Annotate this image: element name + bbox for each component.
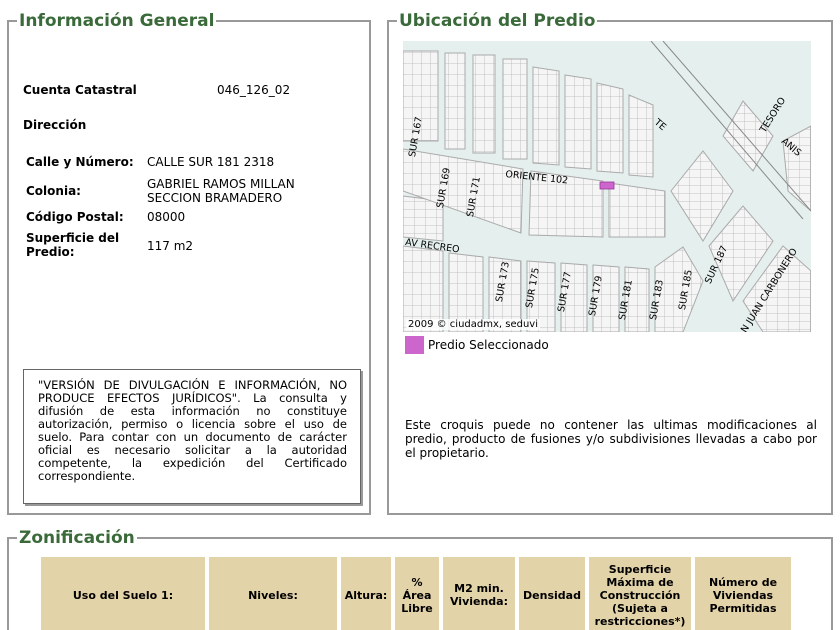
selected-parcel — [599, 181, 615, 190]
location-map[interactable]: SUR 167 SUR 169 SUR 171 ORIENTE 102 AV R… — [403, 41, 811, 332]
col-header-uso-suelo: Uso del Suelo 1: — [41, 557, 205, 630]
col-header-superficie-maxima: Superficie Máxima de Construcción (Sujet… — [589, 557, 691, 630]
direccion-label: Dirección — [23, 118, 87, 132]
map-disclaimer-note: Este croquis puede no contener las ultim… — [405, 418, 817, 460]
map-credit: 2009 © ciudadmx, seduvi — [406, 319, 541, 330]
ubicacion-predio-panel: Ubicación del Predio SUR 167 SUR 169 SUR… — [387, 9, 833, 515]
superficie-label-line2: Predio: — [26, 245, 75, 259]
col-header-area-libre: % Área Libre — [395, 557, 439, 630]
zonificacion-title: Zonificación — [17, 526, 137, 550]
zonificacion-panel: Zonificación Uso del Suelo 1: Niveles: A… — [7, 526, 833, 630]
colonia-value-line2: SECCION BRAMADERO — [147, 191, 283, 205]
legend-label-predio: Predio Seleccionado — [428, 338, 549, 352]
calle-numero-value: CALLE SUR 181 2318 — [147, 155, 275, 169]
col-header-densidad: Densidad — [519, 557, 585, 630]
col-header-numero-viviendas: Número de Viviendas Permitidas — [695, 557, 791, 630]
col-header-niveles: Niveles: — [209, 557, 337, 630]
col-header-m2-vivienda: M2 min. Vivienda: — [443, 557, 515, 630]
codigo-postal-value: 08000 — [147, 210, 186, 224]
superficie-label-line1: Superficie del — [26, 231, 120, 245]
colonia-label: Colonia: — [26, 184, 81, 198]
cuenta-catastral-value: 046_126_02 — [217, 83, 291, 97]
informacion-general-title: Información General — [17, 9, 217, 33]
calle-numero-label: Calle y Número: — [26, 155, 134, 169]
map-blocks — [403, 50, 811, 332]
disclaimer-box: "VERSIÓN DE DIVULGACIÓN E INFORMACIÓN, N… — [23, 369, 361, 504]
ubicacion-predio-title: Ubicación del Predio — [397, 9, 598, 33]
informacion-general-panel: Información General Cuenta Catastral 046… — [7, 9, 371, 515]
colonia-value-line1: GABRIEL RAMOS MILLAN — [147, 177, 295, 191]
superficie-value: 117 m2 — [147, 239, 194, 253]
col-header-altura: Altura: — [341, 557, 391, 630]
map-drawing — [403, 41, 811, 332]
codigo-postal-label: Código Postal: — [26, 210, 124, 224]
cuenta-catastral-label: Cuenta Catastral — [23, 83, 137, 97]
legend-swatch-predio — [405, 336, 424, 354]
